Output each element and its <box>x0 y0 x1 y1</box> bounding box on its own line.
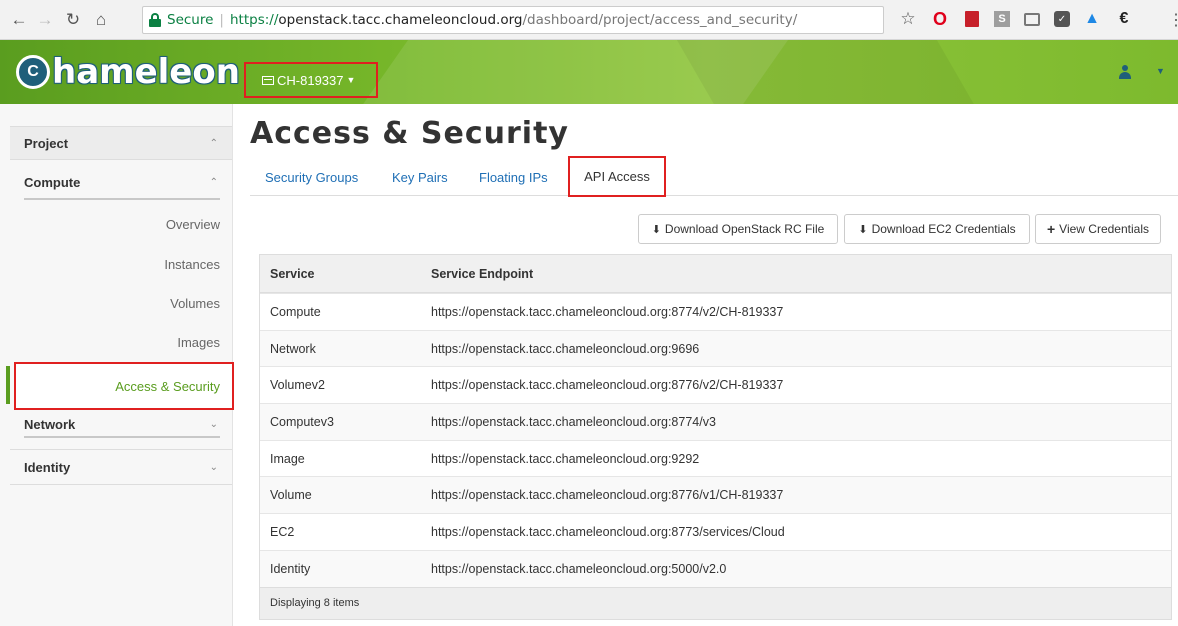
sidebar-section-label: Project <box>24 135 69 151</box>
blue-arrow-icon[interactable]: ▲ <box>1082 9 1102 29</box>
table-row: Compute https://openstack.tacc.chameleon… <box>260 293 1171 330</box>
sidebar-section-label: Compute <box>24 174 81 190</box>
browser-toolbar: ← → ↻ ⌂ Secure | https://openstack.tacc.… <box>0 0 1178 40</box>
view-credentials-label: View Credentials <box>1059 222 1149 236</box>
view-credentials-button[interactable]: + View Credentials <box>1035 214 1161 244</box>
cast-icon[interactable] <box>1022 9 1042 29</box>
sidebar-section-project[interactable]: Project ⌃ <box>10 126 232 160</box>
table-footer: Displaying 8 items <box>260 586 1171 619</box>
paw-extension-icon[interactable]: € <box>1114 9 1134 29</box>
download-icon: ⬇ <box>858 223 868 236</box>
service-endpoint: https://openstack.tacc.chameleoncloud.or… <box>431 341 700 356</box>
sidebar-item-volumes[interactable]: Volumes <box>10 285 222 321</box>
service-endpoint: https://openstack.tacc.chameleoncloud.or… <box>431 561 727 576</box>
back-arrow-icon[interactable]: ← <box>8 9 30 31</box>
pocket-icon[interactable]: ✓ <box>1054 11 1070 27</box>
sidebar-section-network[interactable]: Network ⌄ <box>10 410 232 438</box>
service-name: Compute <box>270 304 321 319</box>
column-header-endpoint: Service Endpoint <box>431 266 534 281</box>
lock-icon <box>149 13 161 27</box>
table-header-row: Service Service Endpoint <box>260 255 1171 293</box>
service-endpoint: https://openstack.tacc.chameleoncloud.or… <box>431 488 784 503</box>
download-icon: ⬇ <box>651 223 661 236</box>
service-endpoint: https://openstack.tacc.chameleoncloud.or… <box>431 378 784 393</box>
service-name: Image <box>270 451 305 466</box>
api-endpoints-table: Service Service Endpoint Compute https:/… <box>259 254 1172 620</box>
tab-floating-ips[interactable]: Floating IPs <box>479 170 548 185</box>
secure-label: Secure <box>167 12 214 28</box>
download-ec2-label: Download EC2 Credentials <box>871 222 1016 236</box>
sidebar-section-label: Network <box>24 416 76 432</box>
service-name: EC2 <box>270 524 295 539</box>
tab-bar: Security Groups Key Pairs Floating IPs A… <box>250 156 1178 197</box>
project-switcher[interactable]: CH-819337 ▼ <box>244 62 378 98</box>
url-path: /dashboard/project/access_and_security/ <box>522 12 798 28</box>
table-row: EC2 https://openstack.tacc.chameleonclou… <box>260 513 1171 550</box>
chameleon-logo[interactable]: C hameleon <box>16 50 240 94</box>
browser-menu-icon[interactable]: ⋮ <box>1168 10 1178 30</box>
user-icon[interactable] <box>1118 65 1132 79</box>
chevron-down-icon: ⌄ <box>209 418 218 430</box>
opera-icon[interactable]: O <box>930 9 950 29</box>
sidebar-section-label: Identity <box>24 459 71 475</box>
url-separator: | <box>219 12 224 28</box>
tab-api-access[interactable]: API Access <box>568 156 666 197</box>
page-title: Access & Security <box>250 116 569 151</box>
service-endpoint: https://openstack.tacc.chameleoncloud.or… <box>431 304 784 319</box>
sidebar-item-overview[interactable]: Overview <box>10 206 222 242</box>
app-header: C hameleon CH-819337 ▼ ▼ <box>0 40 1178 104</box>
extension-icons: ☆ O S ✓ ▲ € <box>898 9 1134 29</box>
divider <box>10 484 232 485</box>
logo-c-mark: C <box>16 55 50 89</box>
chevron-up-icon: ⌃ <box>209 137 218 149</box>
sidebar-section-identity[interactable]: Identity ⌄ <box>10 454 232 480</box>
chevron-down-icon: ⌄ <box>209 461 218 473</box>
plus-icon: + <box>1046 221 1056 237</box>
divider <box>10 449 232 450</box>
red-extension-icon[interactable] <box>962 9 982 29</box>
caret-down-icon: ▼ <box>346 75 356 85</box>
sidebar-item-images[interactable]: Images <box>10 324 222 360</box>
column-header-service: Service <box>270 266 315 281</box>
active-indicator <box>6 366 10 404</box>
table-row: Volume https://openstack.tacc.chameleonc… <box>260 476 1171 514</box>
download-ec2-button[interactable]: ⬇ Download EC2 Credentials <box>844 214 1030 244</box>
table-row: Computev3 https://openstack.tacc.chamele… <box>260 403 1171 440</box>
url-host: openstack.tacc.chameleoncloud.org <box>278 12 523 28</box>
section-divider <box>24 198 220 200</box>
sidebar-item-access-security[interactable]: Access & Security <box>14 362 234 410</box>
home-icon[interactable]: ⌂ <box>90 9 112 31</box>
project-icon <box>262 75 274 85</box>
table-row: Identity https://openstack.tacc.chameleo… <box>260 549 1171 587</box>
service-name: Network <box>270 341 316 356</box>
sidebar-item-instances[interactable]: Instances <box>10 246 222 282</box>
user-caret-down-icon[interactable]: ▼ <box>1156 66 1165 76</box>
logo-text: hameleon <box>52 52 240 92</box>
forward-arrow-icon[interactable]: → <box>34 9 56 31</box>
url-scheme: https:// <box>229 12 279 28</box>
service-endpoint: https://openstack.tacc.chameleoncloud.or… <box>431 524 785 539</box>
service-endpoint: https://openstack.tacc.chameleoncloud.or… <box>431 451 700 466</box>
project-name: CH-819337 <box>277 72 344 88</box>
bookmark-star-icon[interactable]: ☆ <box>898 9 918 29</box>
service-endpoint: https://openstack.tacc.chameleoncloud.or… <box>431 414 716 429</box>
address-bar[interactable]: Secure | https://openstack.tacc.chameleo… <box>142 6 884 34</box>
tab-key-pairs[interactable]: Key Pairs <box>392 170 448 185</box>
sidebar: Project ⌃ Compute ⌃ Overview Instances V… <box>0 104 234 626</box>
sidebar-section-compute[interactable]: Compute ⌃ <box>10 166 232 198</box>
table-row: Network https://openstack.tacc.chameleon… <box>260 329 1171 367</box>
reload-icon[interactable]: ↻ <box>62 9 84 31</box>
table-row: Volumev2 https://openstack.tacc.chameleo… <box>260 366 1171 403</box>
s-extension-icon[interactable]: S <box>994 11 1010 27</box>
tab-security-groups[interactable]: Security Groups <box>265 170 358 185</box>
table-row: Image https://openstack.tacc.chameleoncl… <box>260 439 1171 477</box>
chevron-up-icon: ⌃ <box>209 176 218 188</box>
download-rc-label: Download OpenStack RC File <box>664 222 825 236</box>
service-name: Identity <box>270 561 311 576</box>
service-name: Computev3 <box>270 414 334 429</box>
service-name: Volume <box>270 488 312 503</box>
service-name: Volumev2 <box>270 378 325 393</box>
section-divider <box>24 436 220 438</box>
download-rc-button[interactable]: ⬇ Download OpenStack RC File <box>638 214 838 244</box>
